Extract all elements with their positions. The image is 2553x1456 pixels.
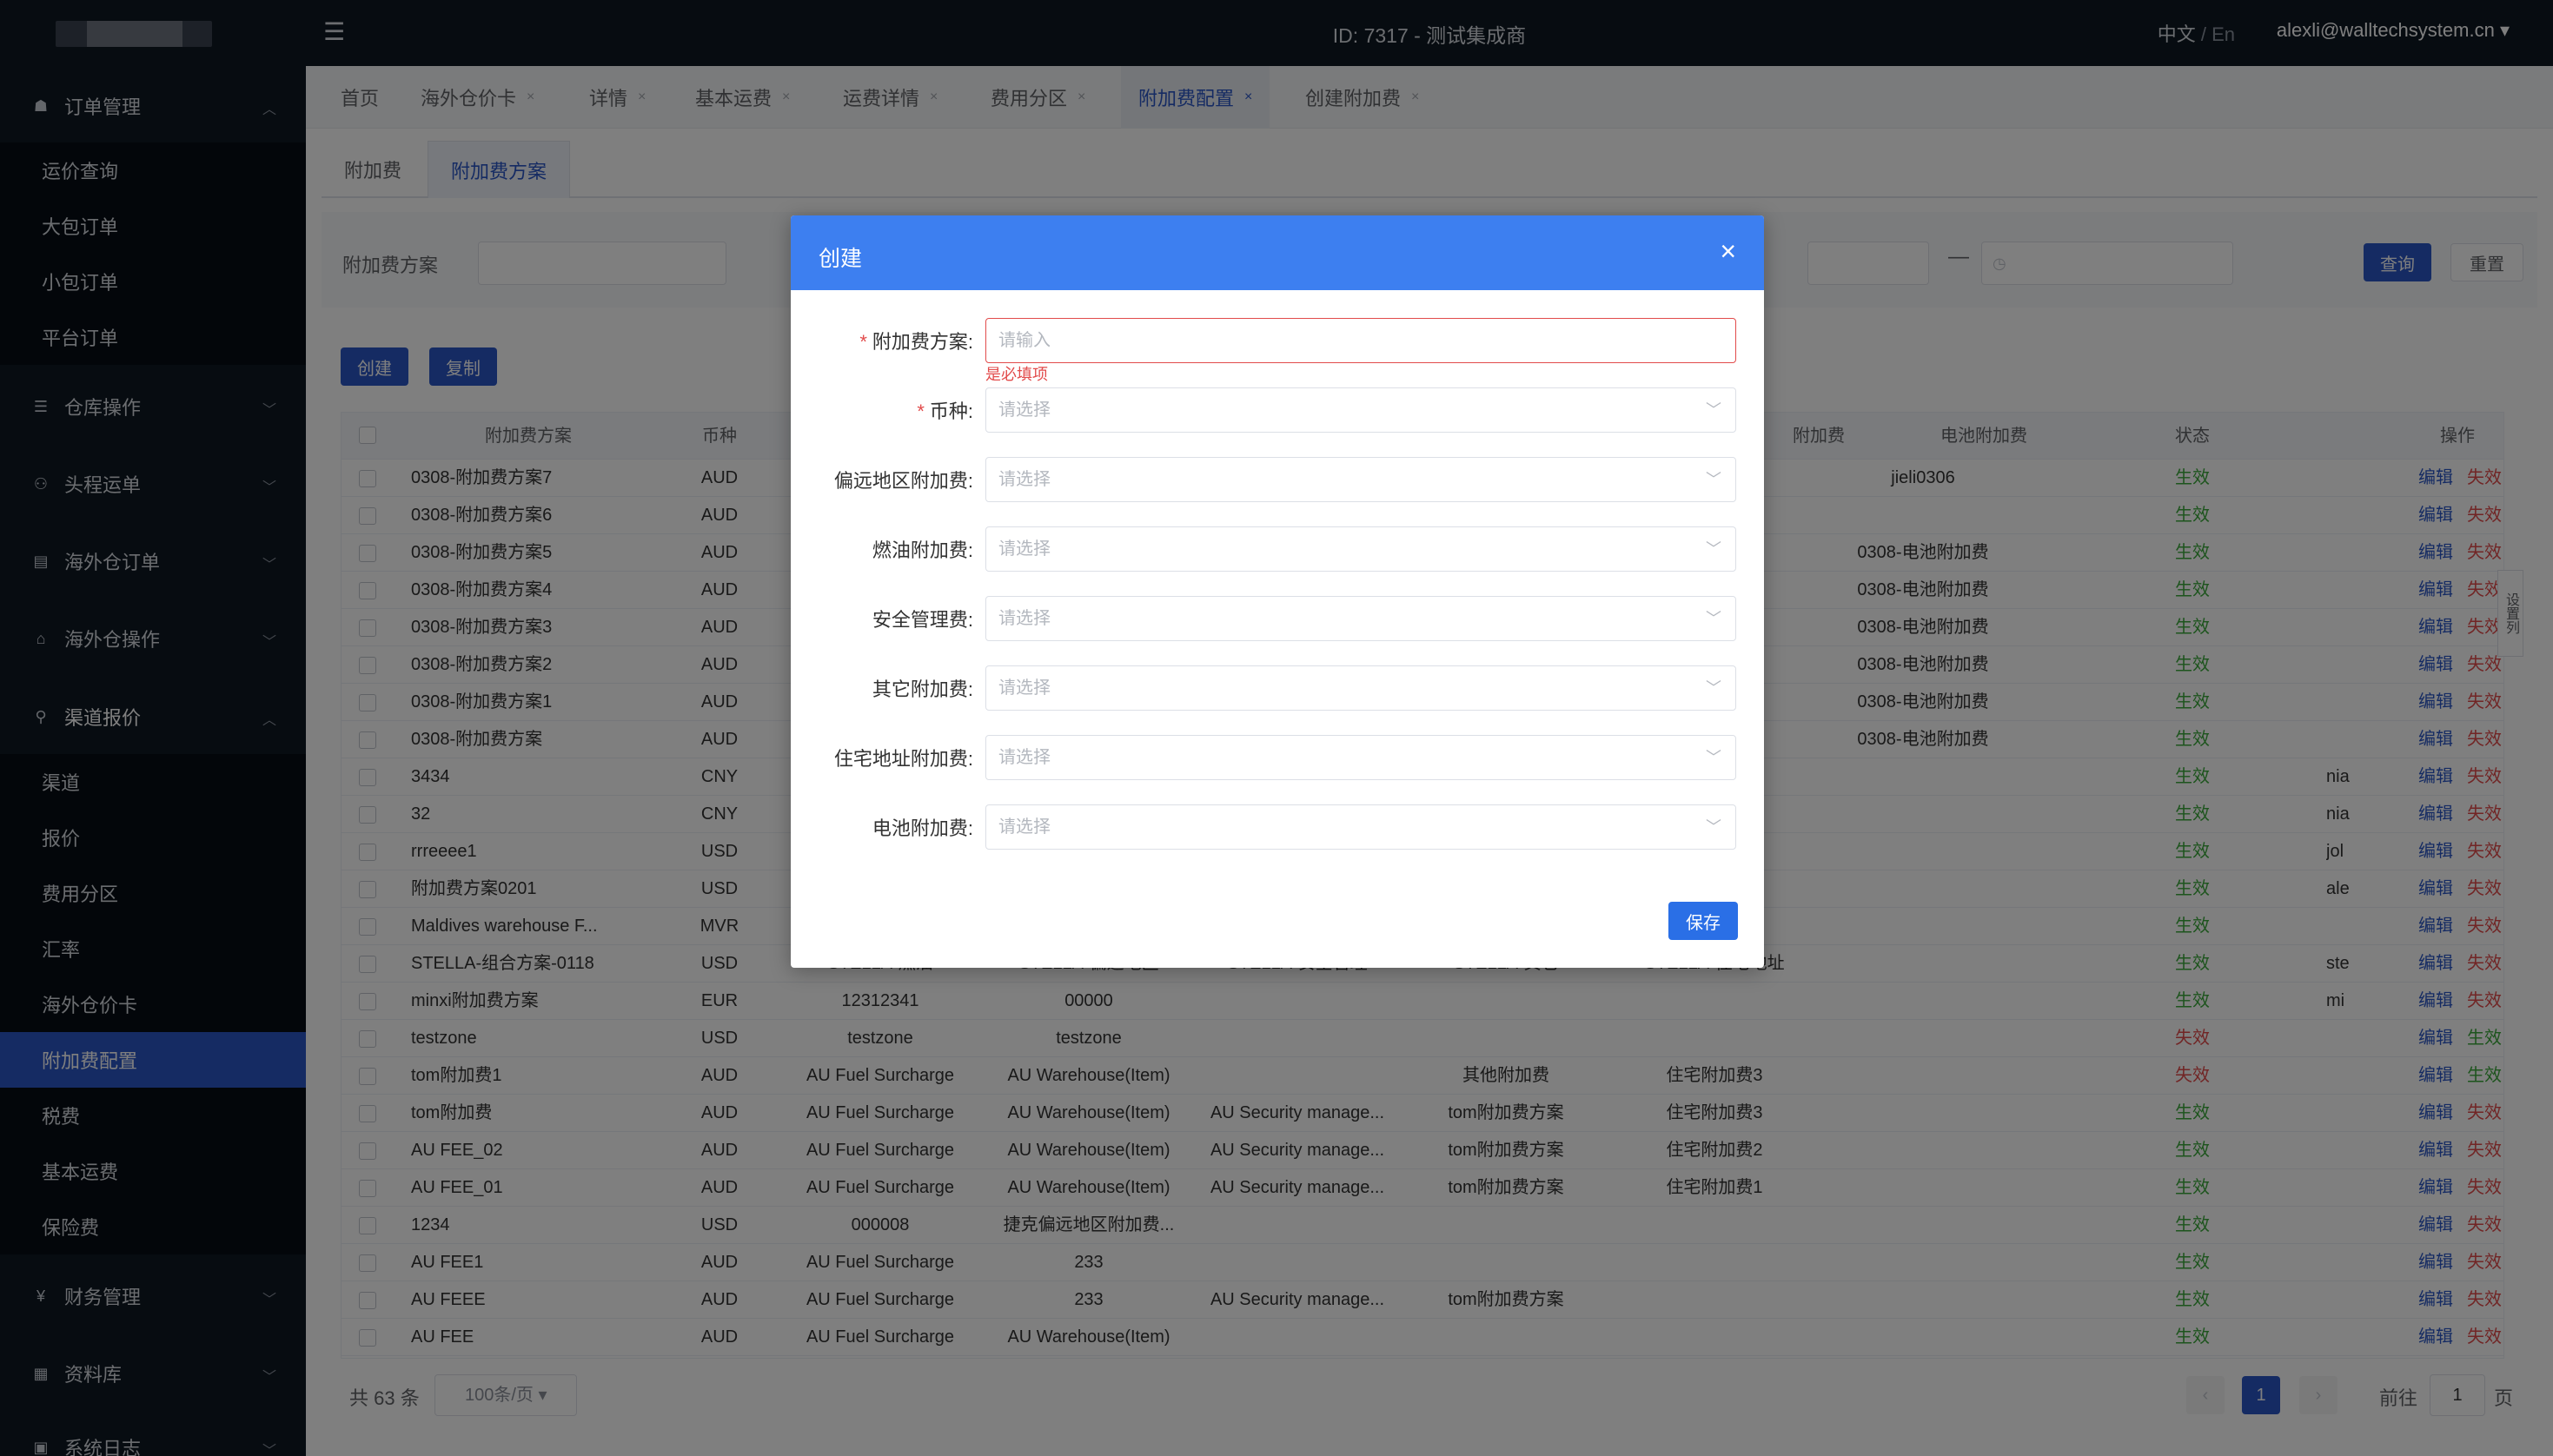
required-mark: *	[859, 331, 867, 353]
battery-placeholder: 请选择	[998, 817, 1051, 837]
other-placeholder: 请选择	[998, 678, 1051, 698]
chevron-down-icon: ﹀	[1706, 471, 1721, 488]
modal-title: 创建	[819, 247, 863, 271]
fuel-placeholder: 请选择	[998, 539, 1051, 559]
plan-name-error: 是必填项	[985, 366, 1048, 383]
save-button[interactable]: 保存	[1668, 902, 1738, 940]
field-label-security: 安全管理费:	[872, 609, 973, 631]
required-mark: *	[917, 400, 925, 422]
other-surcharge-select[interactable]: 请选择 ﹀	[985, 665, 1736, 711]
field-label-other: 其它附加费:	[872, 678, 973, 700]
battery-surcharge-select[interactable]: 请选择 ﹀	[985, 804, 1736, 850]
currency-select[interactable]: 请选择 ﹀	[985, 387, 1736, 433]
field-label-residential: 住宅地址附加费:	[833, 748, 973, 770]
chevron-down-icon: ﹀	[1706, 540, 1721, 558]
remote-surcharge-select[interactable]: 请选择 ﹀	[985, 457, 1736, 502]
currency-placeholder: 请选择	[998, 400, 1051, 420]
field-label-fuel: 燃油附加费:	[872, 539, 973, 561]
remote-placeholder: 请选择	[998, 470, 1051, 489]
field-label-currency: * 币种:	[917, 400, 973, 422]
plan-name-placeholder: 请输入	[998, 331, 1051, 350]
chevron-down-icon: ﹀	[1706, 401, 1721, 419]
chevron-down-icon: ﹀	[1706, 818, 1721, 836]
security-fee-select[interactable]: 请选择 ﹀	[985, 596, 1736, 641]
fuel-surcharge-select[interactable]: 请选择 ﹀	[985, 526, 1736, 572]
field-label-battery: 电池附加费:	[872, 817, 973, 839]
plan-name-input[interactable]: 请输入	[985, 318, 1736, 363]
chevron-down-icon: ﹀	[1706, 610, 1721, 627]
close-icon[interactable]: ×	[1720, 236, 1736, 266]
residential-surcharge-select[interactable]: 请选择 ﹀	[985, 735, 1736, 780]
field-label-remote: 偏远地区附加费:	[833, 470, 973, 492]
chevron-down-icon: ﹀	[1706, 749, 1721, 766]
chevron-down-icon: ﹀	[1706, 679, 1721, 697]
field-label-plan: * 附加费方案:	[859, 331, 973, 353]
create-modal: 创建 × * 附加费方案: 请输入 是必填项 * 币种: 请选择 ﹀ 偏远地区附加费:…	[791, 215, 1764, 968]
residential-placeholder: 请选择	[998, 748, 1051, 767]
security-placeholder: 请选择	[998, 609, 1051, 628]
modal-header: 创建 ×	[791, 215, 1764, 290]
